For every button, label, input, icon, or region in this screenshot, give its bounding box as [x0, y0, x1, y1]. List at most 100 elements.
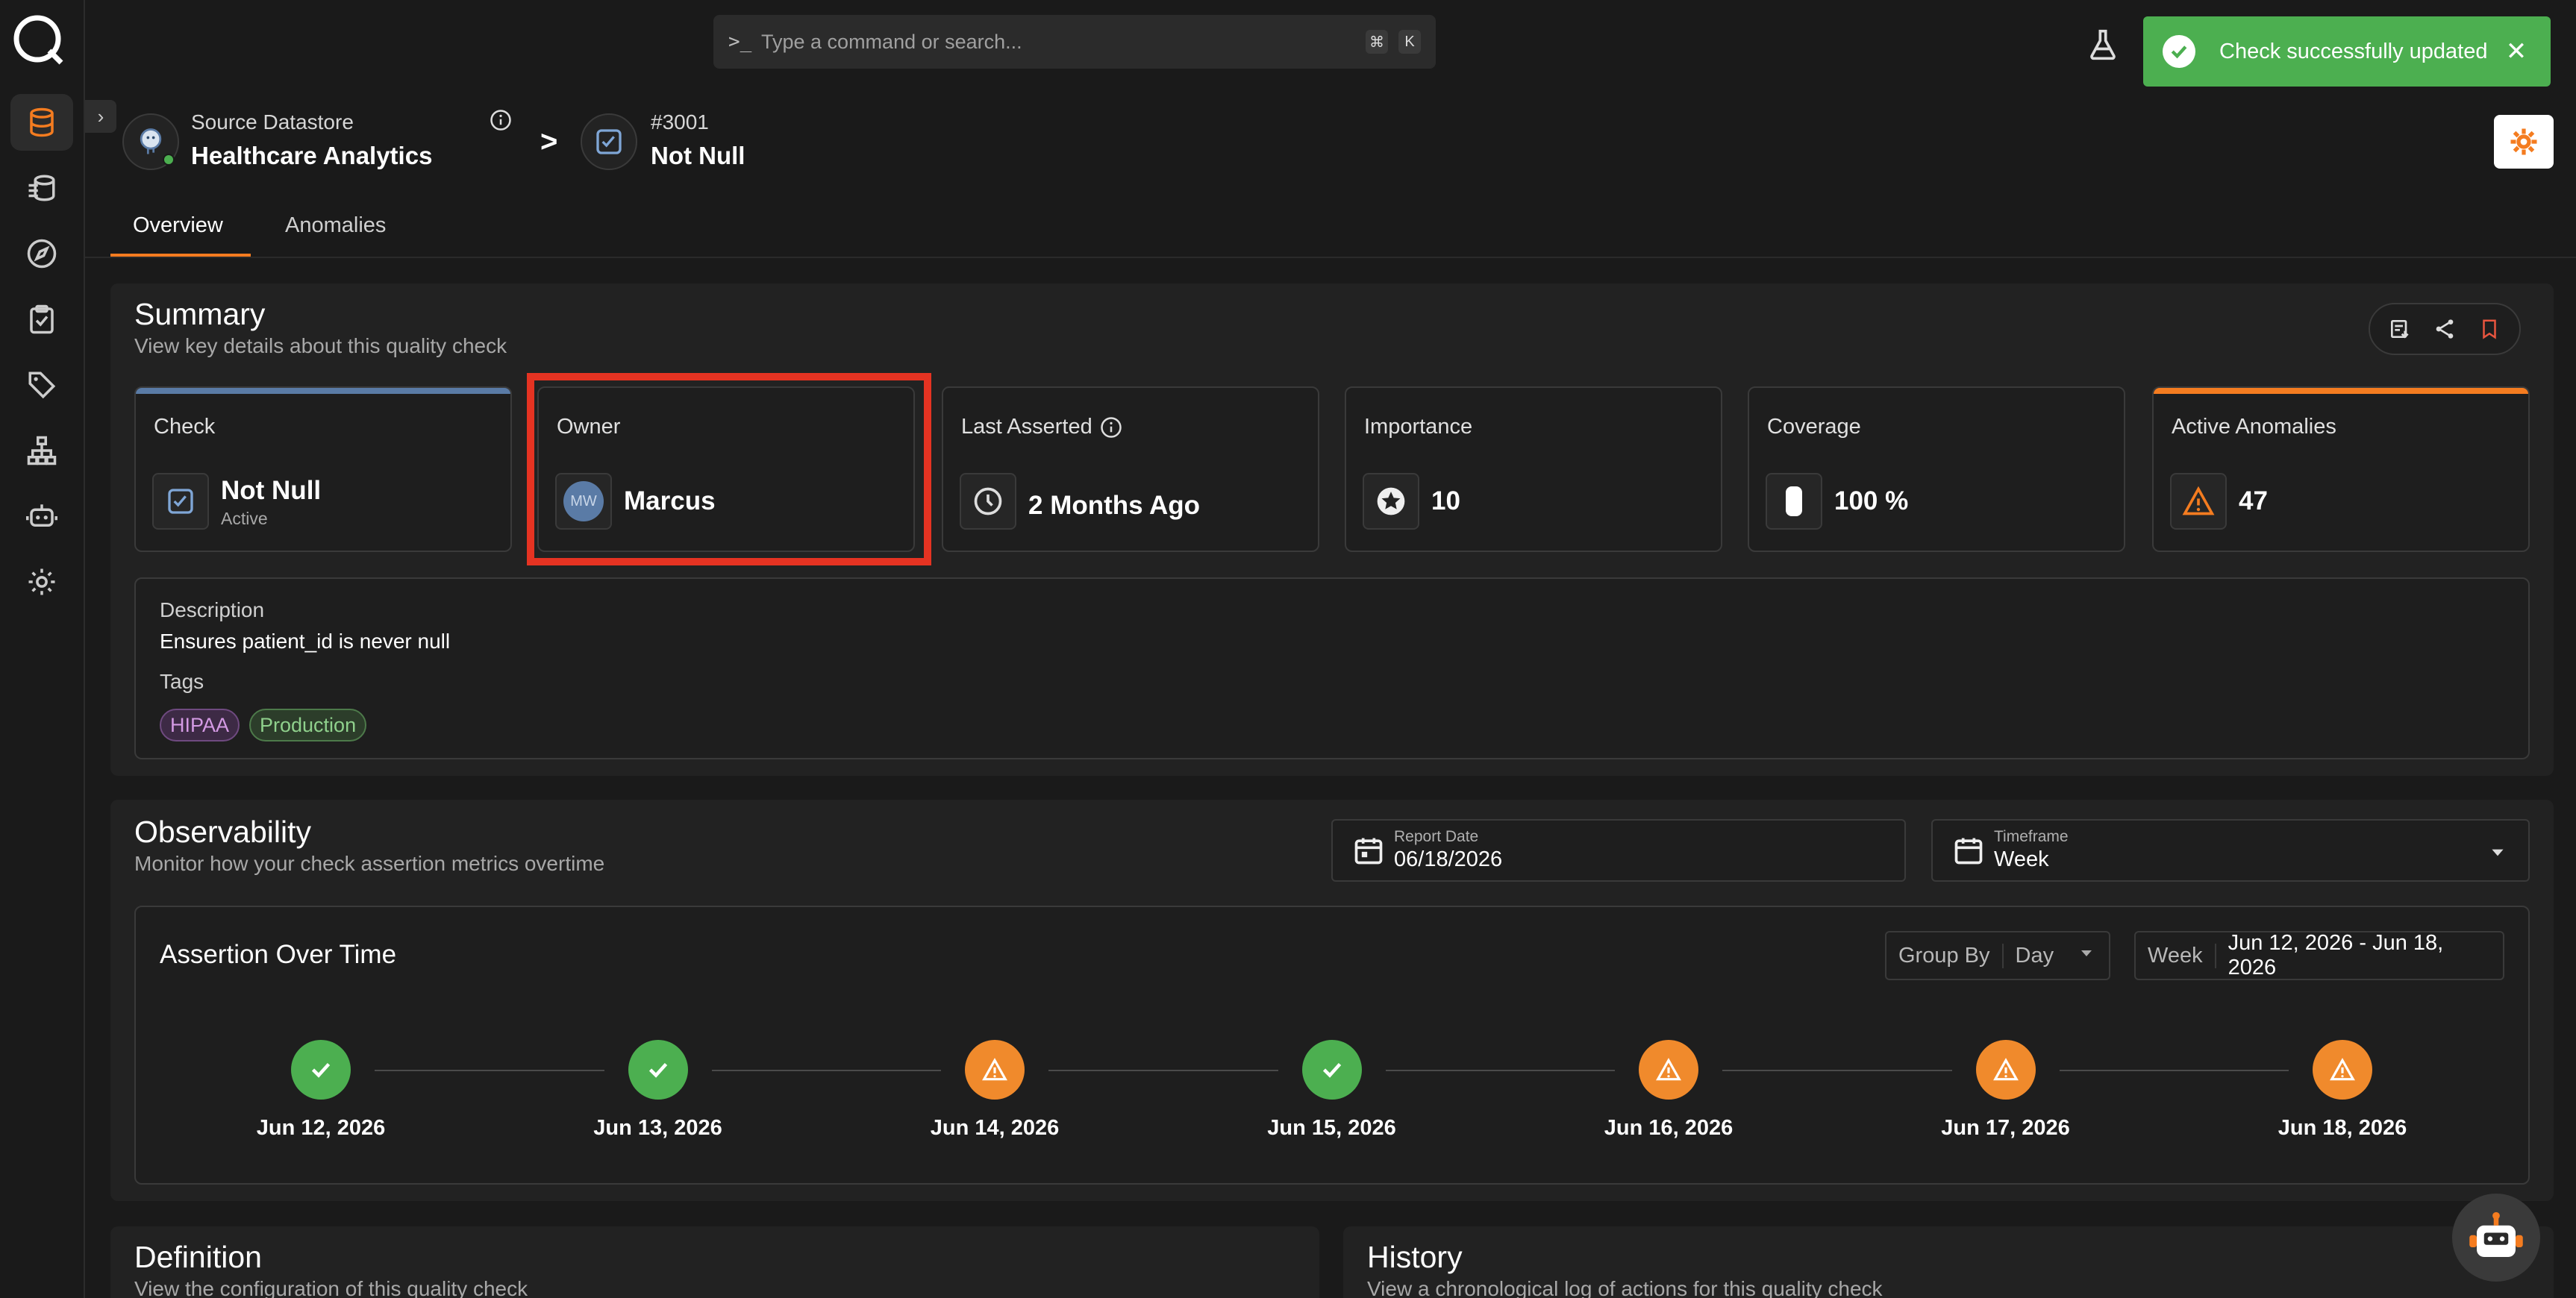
datastore-label: Source Datastore: [191, 110, 354, 134]
chevron-right-icon[interactable]: ›: [85, 100, 116, 133]
tag-hipaa[interactable]: HIPAA: [160, 709, 240, 742]
left-nav-rail: [0, 0, 85, 1298]
terminal-icon: >_: [728, 31, 752, 53]
check-card-status: Active: [221, 509, 268, 528]
check-square-icon: [581, 113, 637, 170]
warning-icon[interactable]: [2313, 1040, 2372, 1100]
caret-down-icon: [2078, 944, 2109, 968]
settings-gear-button[interactable]: [2494, 115, 2554, 169]
check-card: Check Not Null Active: [134, 386, 512, 552]
warning-icon: [2170, 473, 2227, 530]
export-icon[interactable]: [2379, 308, 2421, 350]
last-asserted-title: Last Asserted: [961, 415, 1092, 439]
pass-check-icon[interactable]: [628, 1040, 688, 1100]
active-anomalies-card[interactable]: Active Anomalies 47: [2152, 386, 2530, 552]
definition-subtitle: View the configuration of this quality c…: [134, 1277, 528, 1298]
nav-datastores-icon[interactable]: [10, 94, 73, 151]
nav-tags-icon[interactable]: [10, 357, 73, 413]
timeline-date: Jun 14, 2026: [930, 1116, 1060, 1140]
timeframe-select[interactable]: Timeframe Week: [1931, 819, 2530, 882]
datastore-status-dot: [163, 154, 175, 166]
check-id: #3001: [651, 110, 709, 134]
description-label: Description: [160, 598, 265, 621]
timeline-connector: [1385, 1070, 1615, 1071]
group-by-select[interactable]: Group By Day: [1885, 931, 2110, 980]
definition-panel: Definition View the configuration of thi…: [110, 1226, 1319, 1298]
definition-title: Definition: [134, 1240, 262, 1274]
history-panel: History View a chronological log of acti…: [1343, 1226, 2554, 1298]
shortcut-key-k: K: [1398, 30, 1421, 54]
nav-agents-icon[interactable]: [10, 488, 73, 545]
active-anomalies-value: 47: [2239, 486, 2268, 515]
pass-check-icon[interactable]: [1301, 1040, 1362, 1100]
report-date-label: Report Date: [1394, 828, 1479, 845]
week-range-value: Jun 12, 2026 - Jun 18, 2026: [2228, 931, 2444, 979]
info-icon[interactable]: [490, 109, 512, 131]
nav-enrichment-icon[interactable]: [10, 160, 73, 216]
info-icon[interactable]: [1100, 416, 1122, 442]
share-icon[interactable]: [2424, 308, 2466, 350]
owner-highlight-frame: [527, 373, 931, 565]
shortcut-key-cmd: ⌘: [1366, 30, 1388, 54]
search-placeholder: Type a command or search...: [761, 30, 1022, 53]
coverage-icon: [1766, 473, 1822, 530]
description-text: Ensures patient_id is never null: [160, 630, 451, 653]
tags-label: Tags: [160, 670, 204, 693]
warning-icon[interactable]: [1975, 1040, 2036, 1100]
timeframe-value: Week: [1994, 847, 2049, 871]
last-asserted-value: 2 Months Ago: [1028, 491, 1201, 520]
calendar-icon: [1952, 834, 1985, 867]
timeline-connector: [1722, 1070, 1952, 1071]
summary-subtitle: View key details about this quality chec…: [134, 334, 507, 357]
tabs-divider: [85, 257, 2576, 258]
bookmark-icon[interactable]: [2469, 308, 2510, 350]
importance-title: Importance: [1364, 415, 1473, 439]
timeline-date: Jun 12, 2026: [256, 1116, 386, 1140]
active-anomalies-title: Active Anomalies: [2172, 415, 2336, 439]
group-by-value: Day: [2015, 943, 2054, 968]
report-date-value: 06/18/2026: [1394, 847, 1503, 871]
timeline-date: Jun 15, 2026: [1267, 1116, 1396, 1140]
timeline-connector: [375, 1070, 604, 1071]
tag-production[interactable]: Production: [249, 709, 367, 742]
nav-flows-icon[interactable]: [10, 422, 73, 479]
coverage-title: Coverage: [1767, 415, 1861, 439]
nav-settings-icon[interactable]: [10, 554, 73, 610]
pass-check-icon[interactable]: [291, 1040, 351, 1100]
assertion-title: Assertion Over Time: [160, 940, 397, 969]
datastore-name-link[interactable]: Healthcare Analytics: [191, 142, 432, 170]
timeframe-label: Timeframe: [1994, 828, 2069, 845]
clock-icon: [960, 473, 1016, 530]
tab-overview[interactable]: Overview: [133, 213, 223, 238]
nav-explore-icon[interactable]: [10, 225, 73, 282]
toast-message: Check successfully updated: [2219, 39, 2488, 63]
check-card-value: Not Null: [221, 476, 322, 505]
caret-down-icon: [2488, 843, 2507, 866]
check-name: Not Null: [651, 142, 745, 169]
check-circle-icon: [2163, 35, 2195, 68]
description-box: [134, 577, 2530, 759]
assistant-bot-icon[interactable]: [2452, 1194, 2540, 1282]
active-tab-indicator: [110, 254, 251, 257]
nav-checks-icon[interactable]: [10, 291, 73, 348]
warning-icon[interactable]: [1639, 1040, 1698, 1100]
close-icon[interactable]: ✕: [2501, 37, 2531, 66]
timeline-connector: [711, 1070, 941, 1071]
summary-actions-group: [2369, 303, 2521, 355]
observability-subtitle: Monitor how your check assertion metrics…: [134, 852, 605, 875]
check-card-title: Check: [154, 415, 216, 439]
report-date-field[interactable]: Report Date 06/18/2026: [1331, 819, 1906, 882]
command-search-bar[interactable]: >_ Type a command or search... ⌘ K: [713, 15, 1436, 69]
coverage-value: 100 %: [1834, 486, 1909, 515]
summary-title: Summary: [134, 297, 266, 331]
last-asserted-card: Last Asserted 2 Months Ago: [942, 386, 1319, 552]
app-logo[interactable]: [10, 12, 67, 69]
timeline-connector: [1048, 1070, 1278, 1071]
history-subtitle: View a chronological log of actions for …: [1367, 1277, 1883, 1298]
week-range-field[interactable]: Week Jun 12, 2026 - Jun 18, 2026: [2134, 931, 2504, 980]
warning-icon[interactable]: [965, 1040, 1025, 1100]
flask-icon[interactable]: [2082, 24, 2124, 66]
tab-anomalies[interactable]: Anomalies: [285, 213, 386, 238]
importance-value: 10: [1431, 486, 1460, 515]
observability-title: Observability: [134, 815, 311, 849]
